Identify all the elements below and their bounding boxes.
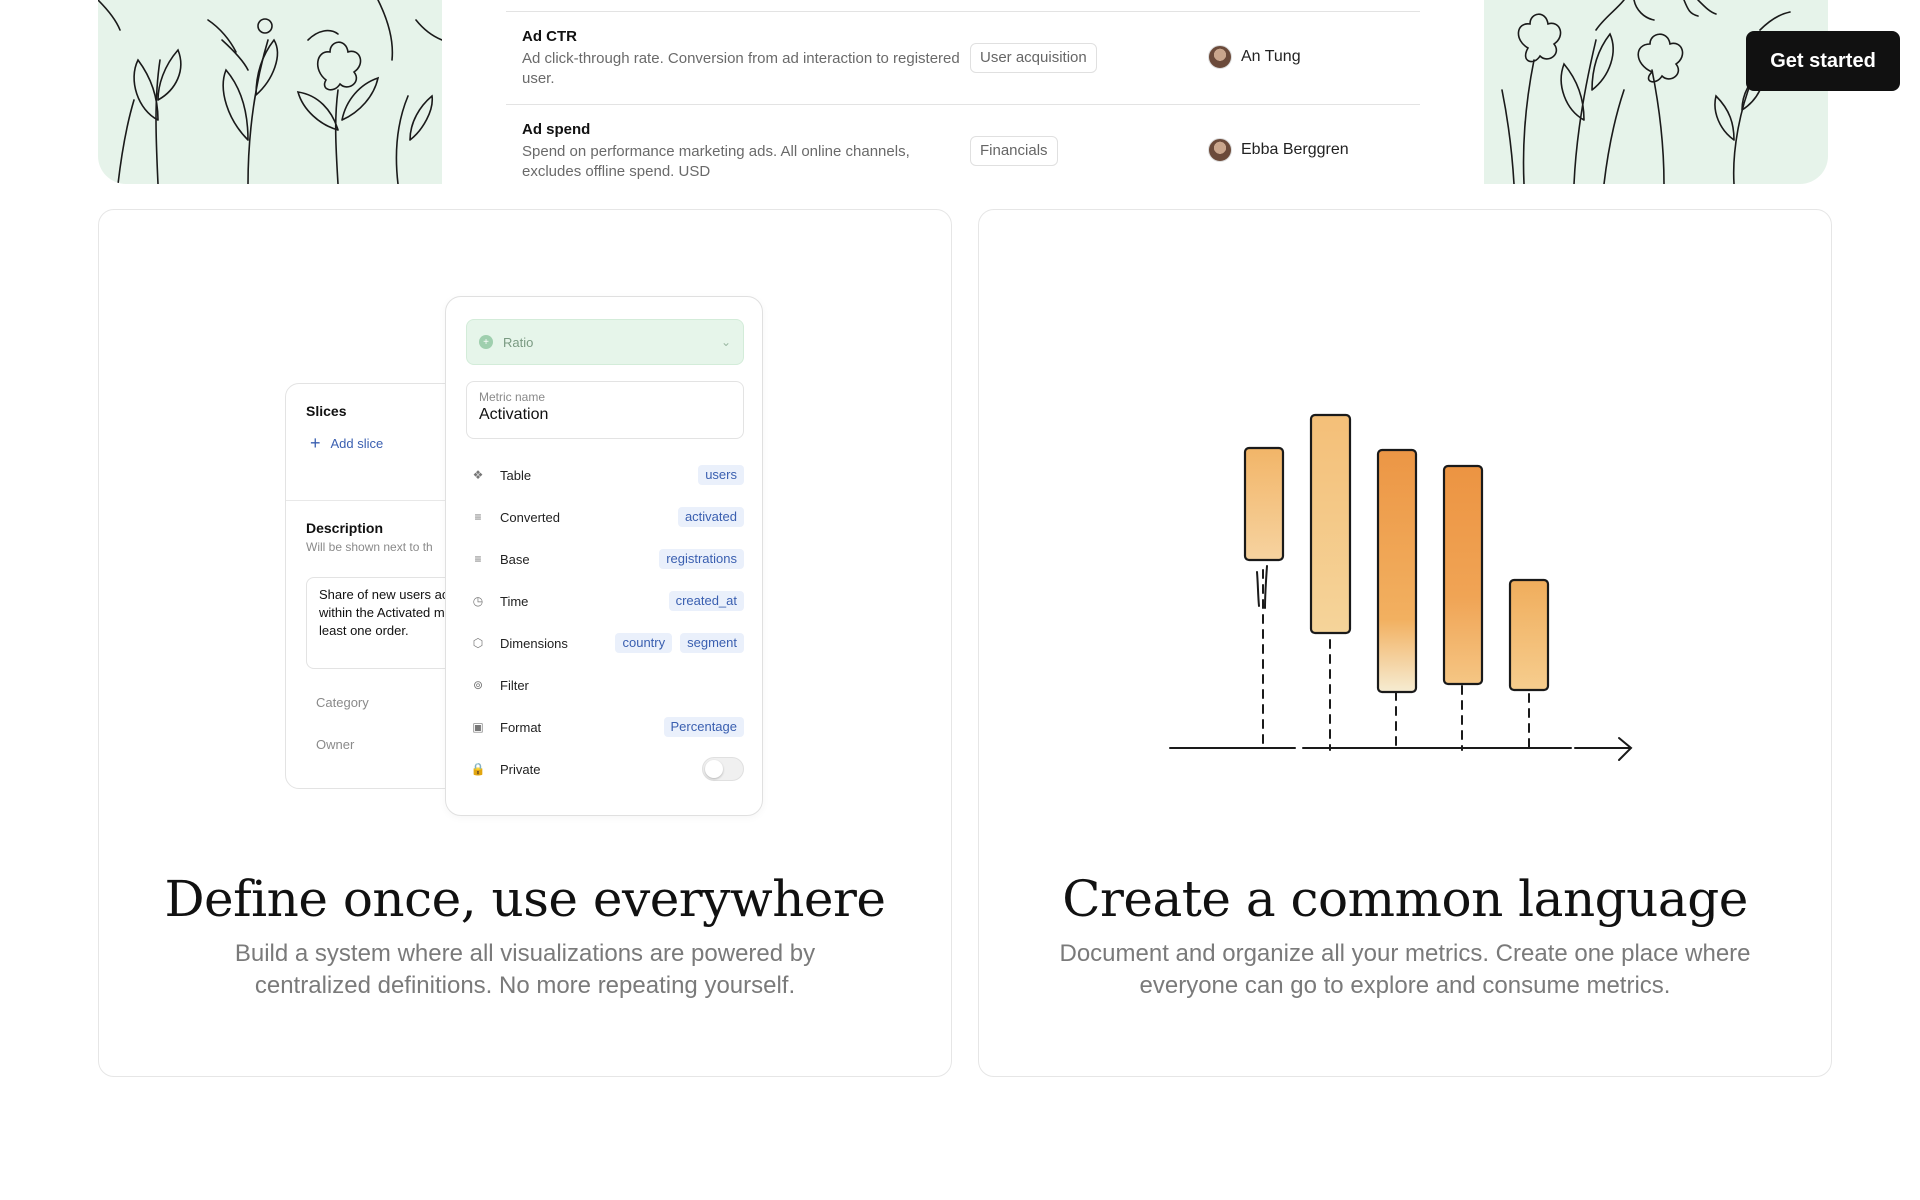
property-tag: users — [698, 465, 744, 485]
property-label: Format — [500, 719, 542, 735]
metric-definition-panel: + Ratio ⌄ Metric name Activation ❖ Table… — [445, 296, 763, 816]
property-dimensions[interactable]: ⬡ Dimensions country segment — [470, 631, 744, 655]
format-icon: ▣ — [472, 720, 484, 734]
clock-icon: ◷ — [472, 594, 484, 608]
property-label: Dimensions — [500, 635, 568, 651]
table-icon: ❖ — [472, 468, 484, 482]
owner-cell: Ebba Berggren — [1208, 137, 1349, 163]
owner-cell: An Tung — [1208, 44, 1301, 70]
metric-name: Ad CTR — [522, 28, 577, 45]
table-row[interactable]: Ad spend Spend on performance marketing … — [506, 104, 1420, 196]
property-label: Converted — [500, 509, 560, 525]
metric-name-value: Activation — [479, 406, 549, 423]
property-label: Filter — [500, 677, 529, 693]
metric-description: Spend on performance marketing ads. All … — [522, 143, 910, 180]
get-started-button[interactable]: Get started — [1746, 31, 1900, 91]
metric-description: Ad click-through rate. Conversion from a… — [522, 50, 960, 87]
table-row[interactable]: Ad CTR Ad click-through rate. Conversion… — [506, 12, 1420, 104]
add-slice-label: Add slice — [330, 435, 384, 451]
category-label: Category — [316, 695, 369, 710]
metrics-table: Ad CTR Ad click-through rate. Conversion… — [506, 0, 1420, 184]
metric-name-field[interactable]: Metric name Activation — [466, 381, 744, 439]
property-base[interactable]: ≡ Base registrations — [470, 547, 744, 571]
category-badge: Financials — [970, 136, 1058, 166]
property-label: Time — [500, 593, 529, 609]
feature-subtitle: Build a system where all visualizations … — [234, 940, 816, 999]
avatar — [1208, 138, 1232, 162]
floral-illustration-right — [1484, 0, 1828, 184]
property-table[interactable]: ❖ Table users — [470, 463, 744, 487]
property-format[interactable]: ▣ Format Percentage — [470, 715, 744, 739]
metric-type-value: Ratio — [503, 334, 534, 350]
hero-band: Ad CTR Ad click-through rate. Conversion… — [98, 0, 1828, 184]
metric-name-label: Metric name — [479, 390, 546, 404]
feature-card-common-language: Create a common language Document and or… — [978, 209, 1832, 1077]
property-tag: Percentage — [663, 717, 744, 737]
private-toggle[interactable] — [702, 757, 744, 781]
metric-name: Ad spend — [522, 121, 591, 138]
add-slice-button[interactable]: + Add slice — [310, 434, 383, 452]
category-badge: User acquisition — [970, 43, 1097, 73]
property-time[interactable]: ◷ Time created_at — [470, 589, 744, 613]
floral-illustration-left — [98, 0, 442, 184]
feature-card-define: Slices + Add slice Description Will be s… — [98, 209, 952, 1077]
feature-title: Create a common language — [1062, 870, 1748, 928]
avatar — [1208, 45, 1232, 69]
property-filter[interactable]: ⊚ Filter — [470, 673, 744, 697]
property-tag: created_at — [668, 591, 744, 611]
slices-title: Slices — [306, 403, 347, 419]
owner-name: Ebba Berggren — [1241, 141, 1349, 158]
chevron-down-icon: ⌄ — [720, 335, 731, 349]
ratio-icon: + — [479, 335, 493, 349]
property-label: Private — [500, 761, 541, 777]
hand-drawn-bar-illustration — [1169, 413, 1633, 761]
property-converted[interactable]: ≡ Converted activated — [470, 505, 744, 529]
owner-label: Owner — [316, 737, 355, 752]
base-icon: ≡ — [474, 552, 482, 566]
description-title: Description — [306, 520, 384, 536]
feature-title: Define once, use everywhere — [164, 870, 886, 928]
property-private[interactable]: 🔒 Private — [470, 757, 744, 781]
property-label: Table — [500, 467, 532, 483]
property-tag: activated — [677, 507, 744, 527]
owner-name: An Tung — [1241, 48, 1301, 65]
plus-icon: + — [310, 433, 321, 453]
property-tag: country — [615, 633, 673, 653]
description-hint: Will be shown next to th — [306, 540, 433, 554]
feature-subtitle: Document and organize all your metrics. … — [1059, 940, 1751, 999]
property-label: Base — [500, 551, 530, 567]
filter-icon: ⊚ — [472, 678, 484, 692]
converted-icon: ≡ — [474, 510, 482, 524]
lock-icon: 🔒 — [470, 762, 486, 776]
property-tag: registrations — [659, 549, 744, 569]
property-tag: segment — [680, 633, 744, 653]
metric-type-select[interactable]: + Ratio ⌄ — [466, 319, 744, 365]
cube-icon: ⬡ — [472, 636, 484, 650]
